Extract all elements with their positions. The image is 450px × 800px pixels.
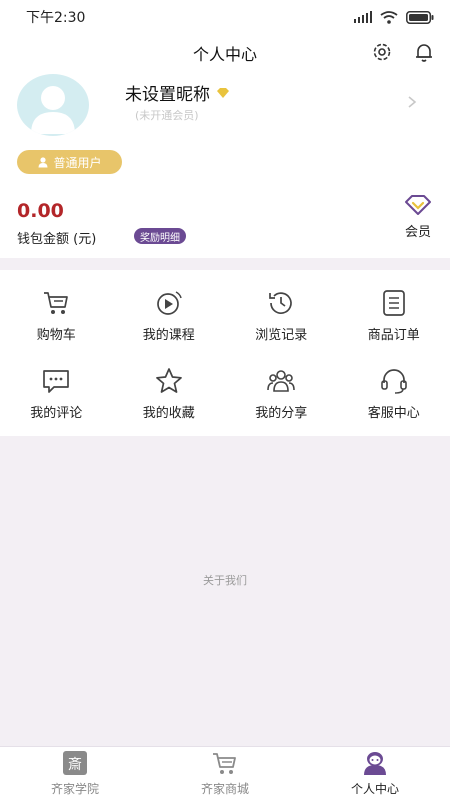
shopping-cart-icon bbox=[44, 292, 69, 314]
menu-item-support[interactable]: 客服中心 bbox=[338, 354, 450, 432]
header-actions bbox=[370, 40, 436, 64]
menu-item-favorites[interactable]: 我的收藏 bbox=[113, 354, 226, 432]
menu-label: 我的课程 bbox=[142, 328, 195, 343]
notification-bell-icon[interactable] bbox=[412, 40, 436, 64]
tab-label: 个人中心 bbox=[350, 782, 399, 796]
status-time: 下午2:30 bbox=[26, 10, 86, 26]
member-button[interactable]: 会员 bbox=[404, 194, 432, 240]
chevron-right-icon[interactable] bbox=[406, 94, 418, 110]
member-label: 会员 bbox=[404, 225, 431, 240]
wallet-amount[interactable]: 0.00 bbox=[17, 200, 64, 222]
wallet-section: 0.00 钱包金额 (元) 奖励明细 会员 bbox=[0, 184, 450, 258]
menu-label: 我的评论 bbox=[30, 406, 83, 421]
feature-menu-grid: 购物车 我的课程 浏览记录 商品订单 我的评论 我的收藏 我的分享 客服中心 bbox=[0, 270, 450, 436]
battery-icon bbox=[406, 10, 434, 24]
comment-icon bbox=[43, 370, 70, 393]
menu-label: 浏览记录 bbox=[255, 328, 308, 343]
star-icon bbox=[155, 368, 182, 393]
menu-label: 我的分享 bbox=[255, 406, 308, 421]
tab-label: 齐家学院 bbox=[50, 782, 99, 796]
tab-academy[interactable]: 斎 齐家学院 bbox=[0, 747, 150, 800]
svg-text:斎: 斎 bbox=[68, 756, 82, 773]
reward-details-button[interactable]: 奖励明细 bbox=[134, 228, 186, 244]
tab-label: 齐家商城 bbox=[200, 782, 249, 796]
membership-status: (未开通会员) bbox=[135, 109, 199, 122]
wifi-icon bbox=[380, 10, 398, 24]
menu-item-orders[interactable]: 商品订单 bbox=[338, 276, 450, 354]
page-title: 个人中心 bbox=[192, 45, 257, 64]
diamond-icon bbox=[217, 87, 229, 98]
menu-label: 客服中心 bbox=[367, 406, 420, 421]
menu-item-share[interactable]: 我的分享 bbox=[225, 354, 338, 432]
share-group-icon bbox=[267, 370, 296, 392]
status-bar: 下午2:30 bbox=[0, 0, 450, 34]
profile-card[interactable]: 未设置昵称 (未开通会员) 普通用户 bbox=[0, 72, 450, 184]
menu-item-cart[interactable]: 购物车 bbox=[0, 276, 113, 354]
user-icon bbox=[38, 157, 48, 168]
menu-item-courses[interactable]: 我的课程 bbox=[113, 276, 226, 354]
user-type-label: 普通用户 bbox=[53, 155, 102, 170]
settings-gear-icon[interactable] bbox=[370, 40, 394, 64]
bottom-tab-bar: 斎 齐家学院 齐家商城 个人中心 bbox=[0, 746, 450, 800]
history-clock-icon bbox=[269, 292, 293, 314]
signal-icon bbox=[354, 11, 372, 23]
tab-mall[interactable]: 齐家商城 bbox=[150, 747, 300, 800]
menu-label: 商品订单 bbox=[367, 328, 420, 343]
mall-cart-icon bbox=[213, 753, 236, 774]
tab-profile[interactable]: 个人中心 bbox=[300, 747, 450, 800]
nickname-row: 未设置昵称 bbox=[125, 80, 230, 105]
user-type-badge: 普通用户 bbox=[17, 150, 122, 174]
menu-label: 我的收藏 bbox=[142, 406, 195, 421]
academy-icon: 斎 bbox=[63, 751, 87, 775]
headset-icon bbox=[380, 369, 407, 394]
member-diamond-icon bbox=[405, 195, 431, 215]
profile-icon bbox=[364, 752, 386, 775]
menu-item-history[interactable]: 浏览记录 bbox=[225, 276, 338, 354]
about-us-link[interactable]: 关于我们 bbox=[0, 572, 450, 588]
course-play-icon bbox=[156, 291, 182, 315]
avatar[interactable] bbox=[17, 74, 89, 136]
menu-label: 购物车 bbox=[36, 328, 76, 343]
wallet-label: 钱包金额 (元) bbox=[17, 232, 97, 247]
nickname: 未设置昵称 bbox=[125, 85, 210, 105]
page-header: 个人中心 bbox=[0, 34, 450, 72]
order-list-icon bbox=[382, 290, 405, 316]
status-icons bbox=[354, 10, 434, 24]
menu-item-comments[interactable]: 我的评论 bbox=[0, 354, 113, 432]
